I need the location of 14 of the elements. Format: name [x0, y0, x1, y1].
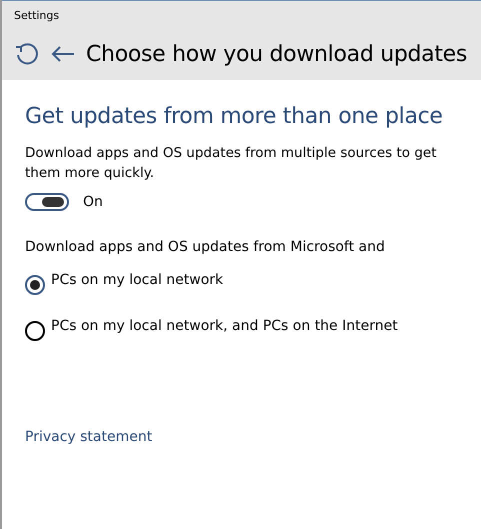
window-title: Settings: [13, 8, 60, 24]
radio-label[interactable]: PCs on my local network, and PCs on the Internet: [51, 317, 398, 335]
radio-label[interactable]: PCs on my local network: [51, 271, 224, 289]
radio-button[interactable]: [25, 275, 45, 295]
toggle-label: On: [83, 194, 103, 210]
option-label: Download apps and OS updates from Microsoft and: [25, 239, 386, 255]
privacy-link[interactable]: Privacy statement: [25, 429, 152, 445]
refresh-icon[interactable]: [14, 41, 40, 67]
radio-button[interactable]: [25, 321, 45, 341]
section-heading: Get updates from more than one place: [25, 104, 444, 129]
page-title: Choose how you download updates: [86, 42, 468, 66]
back-icon[interactable]: [50, 44, 76, 64]
description: Download apps and OS updates from multiple sources to get them more quickly.: [25, 144, 438, 183]
toggle-switch[interactable]: [25, 193, 69, 211]
